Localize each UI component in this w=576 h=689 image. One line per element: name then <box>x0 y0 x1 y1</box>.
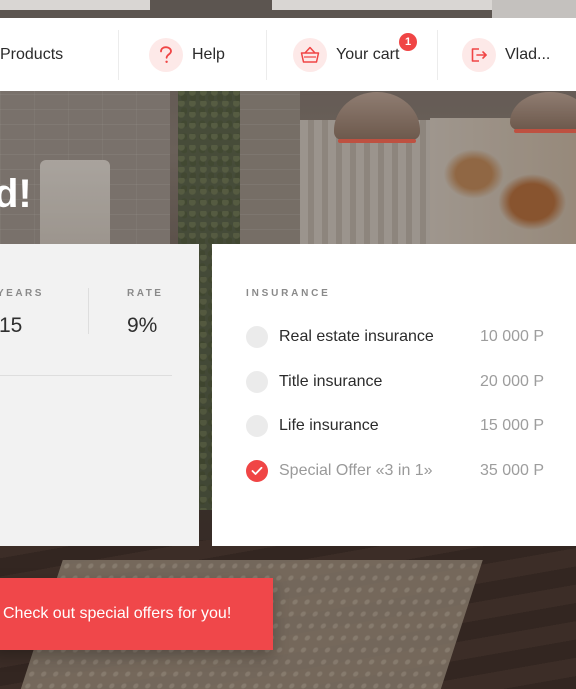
option-checkbox[interactable] <box>246 415 268 437</box>
rate-value: 9% <box>127 314 158 337</box>
option-checkbox[interactable] <box>246 326 268 348</box>
nav-help-label: Help <box>192 45 225 63</box>
option-name: Real estate insurance <box>279 328 434 345</box>
option-checkbox[interactable] <box>246 371 268 393</box>
basket-icon <box>293 37 327 72</box>
option-name: Title insurance <box>279 373 383 390</box>
question-icon <box>149 37 183 72</box>
cart-count-badge: 1 <box>399 33 417 51</box>
years-value: 15 <box>0 314 23 337</box>
nav-products[interactable]: Products <box>0 18 118 91</box>
nav-user[interactable]: Vlad... <box>438 18 550 91</box>
nav-cart[interactable]: Your cart 1 <box>267 18 437 91</box>
stats-divider <box>88 288 89 334</box>
top-navbar: Products Help Your cart 1 Vlad... <box>0 18 576 91</box>
insurance-option[interactable]: Title insurance 20 000 P <box>246 370 576 394</box>
option-checkbox-checked[interactable] <box>246 460 268 482</box>
check-icon <box>251 466 263 475</box>
special-offers-label: Check out special offers for you! <box>3 605 232 622</box>
insurance-title: INSURANCE <box>246 288 331 299</box>
insurance-option[interactable]: Life insurance 15 000 P <box>246 414 576 438</box>
rate-label: RATE <box>127 288 164 299</box>
stats-bottom-divider <box>0 375 172 376</box>
hero-headline: d! <box>0 172 32 216</box>
nav-help[interactable]: Help <box>119 18 266 91</box>
years-label: YEARS <box>0 288 44 299</box>
insurance-option[interactable]: Real estate insurance 10 000 P <box>246 325 576 349</box>
nav-cart-label: Your cart <box>336 45 400 63</box>
option-name: Special Offer «3 in 1» <box>279 462 433 479</box>
top-strip <box>0 0 576 18</box>
option-price: 15 000 P <box>480 417 545 434</box>
nav-user-label: Vlad... <box>505 45 551 63</box>
option-price: 35 000 P <box>480 462 545 479</box>
insurance-card: INSURANCE Real estate insurance 10 000 P… <box>212 244 576 546</box>
logout-icon <box>462 37 496 72</box>
nav-products-label: Products <box>0 45 64 63</box>
special-offers-button[interactable]: Check out special offers for you! <box>0 578 273 650</box>
option-price: 20 000 P <box>480 373 545 390</box>
insurance-option[interactable]: Special Offer «3 in 1» 35 000 P <box>246 459 576 483</box>
option-price: 10 000 P <box>480 328 545 345</box>
loan-stats-card: YEARS 15 RATE 9% <box>0 244 199 546</box>
option-name: Life insurance <box>279 417 379 434</box>
